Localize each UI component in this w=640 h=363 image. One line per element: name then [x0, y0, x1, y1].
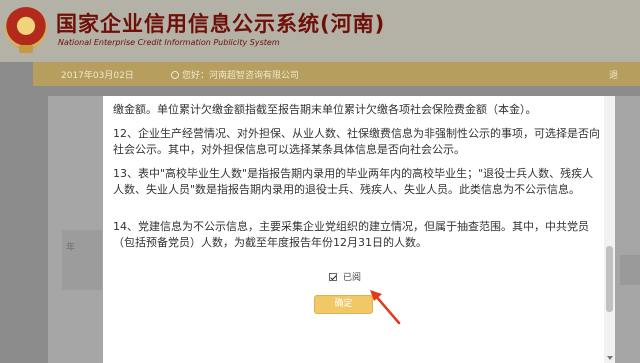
notice-paragraph-14: 14、党建信息为不公示信息，主要采集企业党组织的建立情况，但属于抽查范围。其中，…	[113, 220, 589, 249]
notice-modal: 缴金额。单位累计欠缴金额指截至报告期末单位累计欠缴各项社会保险费金额（本金）。 …	[103, 96, 615, 363]
national-emblem-icon	[5, 7, 47, 53]
notice-paragraph-12: 12、企业生产经营情况、对外担保、从业人数、社保缴费信息为非强制性公示的事项，可…	[113, 127, 600, 156]
logout-area[interactable]: 退	[603, 62, 640, 86]
read-confirm-row[interactable]: 已阅	[329, 270, 361, 284]
user-greeting-text: 您好：河南超智咨询有限公司	[182, 71, 300, 81]
red-arrow-icon	[370, 290, 401, 325]
site-header: 国家企业信用信息公示系统(河南) National Enterprise Cre…	[0, 0, 640, 62]
info-bar: 2017年03月02日 您好：河南超智咨询有限公司	[33, 62, 603, 86]
user-icon	[171, 71, 179, 79]
read-checkbox[interactable]	[329, 273, 337, 281]
confirm-button[interactable]: 确定	[314, 295, 373, 314]
notice-paragraph: 缴金额。单位累计欠缴金额指截至报告期末单位累计欠缴各项社会保险费金额（本金）。	[113, 103, 537, 116]
site-subtitle: National Enterprise Credit Information P…	[58, 38, 280, 47]
scroll-down-arrow-icon[interactable]	[607, 356, 613, 360]
scrollbar-thumb[interactable]	[606, 246, 613, 312]
background-label: 年	[66, 243, 76, 253]
site-title: 国家企业信用信息公示系统(河南)	[56, 12, 386, 36]
background-panel: 年	[62, 230, 102, 290]
current-date: 2017年03月02日	[61, 71, 134, 81]
background-panel-right	[620, 255, 640, 285]
logout-link[interactable]: 退	[609, 68, 618, 81]
modal-scrollbar[interactable]	[604, 96, 615, 363]
read-checkbox-label[interactable]: 已阅	[343, 273, 361, 283]
notice-paragraph-13: 13、表中"高校毕业生人数"是指报告期内录用的毕业两年内的高校毕业生；"退役士兵…	[113, 167, 594, 196]
user-greeting: 您好：河南超智咨询有限公司	[171, 68, 299, 81]
